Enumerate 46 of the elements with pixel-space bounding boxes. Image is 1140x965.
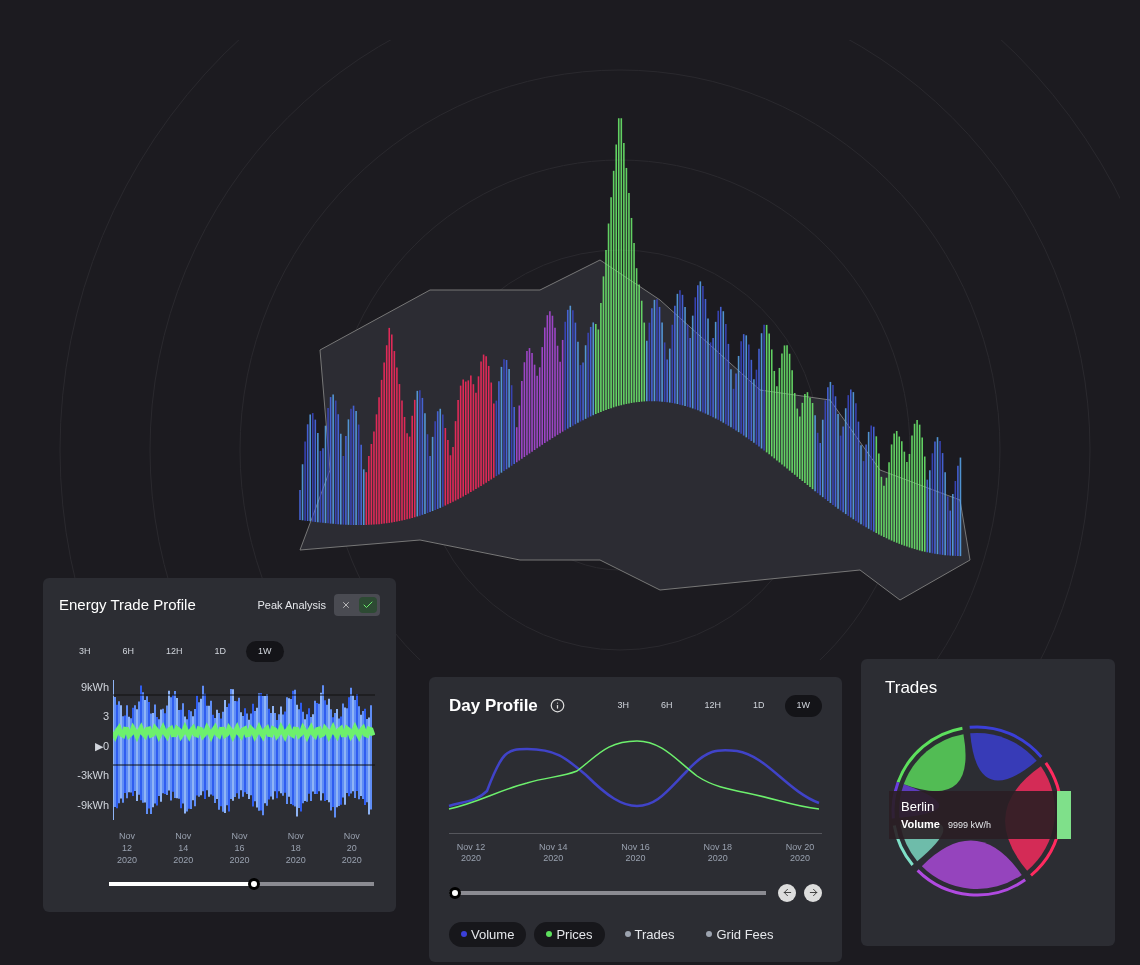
range-tab[interactable]: 12H [154,640,195,662]
range-tab[interactable]: 3H [67,640,103,662]
x-axis-label: Nov 12 2020 [117,830,138,866]
check-icon [359,597,377,614]
y-axis-label: -9kWh [77,797,109,813]
x-axis-label: Nov 12 2020 [455,841,487,864]
slider-thumb[interactable] [449,886,461,899]
arrow-left-icon [781,887,793,898]
range-tab[interactable]: 6H [110,640,147,662]
toggle-label: Peak Analysis [257,598,326,613]
arrow-right-icon [807,887,819,898]
y-axis-label: 3 [102,709,109,725]
tooltip-value: 9999 kW/h [947,819,991,832]
range-tab[interactable]: 12H [692,695,733,717]
slider-thumb[interactable] [248,878,261,890]
x-axis-label: Nov 14 2020 [173,830,194,866]
panel-title: Day Profile [449,695,538,717]
peak-toggle[interactable] [334,594,380,617]
range-tab[interactable]: 1D [741,695,777,717]
previous-button[interactable] [778,883,796,902]
x-axis-label: Nov 16 2020 [620,841,651,864]
legend-chip[interactable]: Grid Fees [694,921,786,947]
panel-title: Energy Trade Profile [59,595,196,615]
next-button[interactable] [804,883,822,902]
x-axis-label: Nov 20 2020 [341,830,362,866]
x-axis-label: Nov 16 2020 [229,830,250,866]
tooltip-title: Berlin [901,797,936,816]
range-tab[interactable]: 1D [202,640,239,662]
info-icon[interactable] [549,698,565,714]
legend-chip[interactable]: Trades [612,921,687,947]
range-tab[interactable]: 6H [648,695,685,717]
y-axis-label: -3kWh [77,768,109,784]
range-tab[interactable]: 3H [605,695,641,717]
x-axis-label: Nov 20 2020 [784,841,816,864]
tooltip-label: Volume [901,817,940,832]
legend-chip[interactable]: Volume [449,921,527,947]
range-tab[interactable]: 1W [784,695,822,717]
panel-title: Trades [885,678,938,697]
x-axis-label: Nov 14 2020 [538,841,569,864]
scroll-handle-icon [1057,790,1071,839]
legend-chip[interactable]: Prices [534,921,605,947]
y-axis-label: 9kWh [80,679,109,695]
y-axis-label: ▶0 [94,738,109,754]
range-tab[interactable]: 1W [246,640,284,662]
x-axis-label: Nov 18 2020 [702,841,733,864]
x-axis-label: Nov 18 2020 [285,830,306,866]
